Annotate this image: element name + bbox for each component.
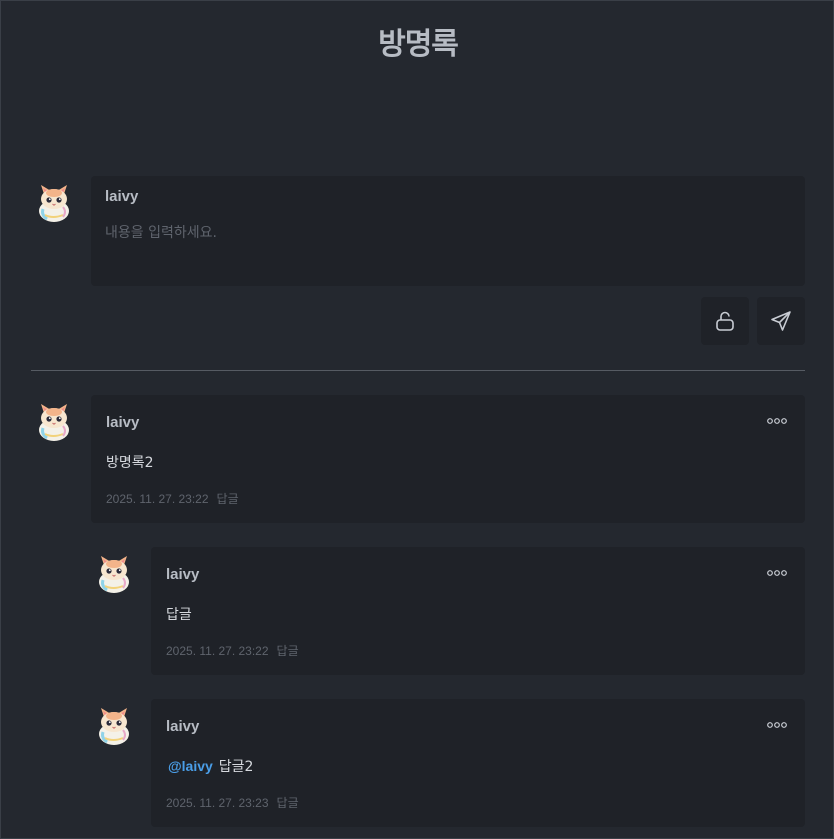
reply-link[interactable]: 답글 [217, 492, 239, 506]
lock-toggle-button[interactable] [701, 297, 749, 345]
send-button[interactable] [757, 297, 805, 345]
compose-username: laivy [105, 188, 139, 205]
more-options-icon[interactable] [766, 720, 788, 730]
entry-content-wrap: @laivy 답글2 [168, 756, 253, 776]
compose-input[interactable]: 내용을 입력하세요. [105, 222, 217, 242]
more-options-icon[interactable] [766, 416, 788, 426]
unlock-icon [716, 311, 734, 331]
avatar [95, 704, 133, 746]
page-title: 방명록 [378, 27, 459, 62]
entry-username: laivy [166, 718, 200, 735]
guestbook-reply: laivy 답글 2025. 11. 27. 23:22 답글 [151, 547, 805, 675]
avatar [35, 181, 73, 223]
entry-timestamp: 2025. 11. 27. 23:22 [106, 492, 209, 506]
avatar [35, 400, 73, 442]
entry-meta: 2025. 11. 27. 23:22 답글 [106, 490, 247, 507]
entry-username: laivy [106, 414, 140, 431]
divider [31, 370, 805, 371]
entry-content: 답글 [166, 607, 192, 623]
entry-meta: 2025. 11. 27. 23:23 답글 [166, 794, 307, 811]
entry-timestamp: 2025. 11. 27. 23:23 [166, 796, 269, 810]
reply-link[interactable]: 답글 [277, 644, 299, 658]
compose-box[interactable]: laivy 내용을 입력하세요. [91, 176, 805, 286]
entry-meta: 2025. 11. 27. 23:22 답글 [166, 642, 307, 659]
mention-link[interactable]: @laivy [168, 758, 213, 774]
entry-content: 방명록2 [106, 455, 154, 471]
entry-content: 답글2 [218, 759, 254, 775]
entry-timestamp: 2025. 11. 27. 23:22 [166, 644, 269, 658]
avatar [95, 552, 133, 594]
guestbook-entry: laivy 방명록2 2025. 11. 27. 23:22 답글 [91, 395, 805, 523]
more-options-icon[interactable] [766, 568, 788, 578]
reply-link[interactable]: 답글 [277, 796, 299, 810]
entry-username: laivy [166, 566, 200, 583]
guestbook-reply: laivy @laivy 답글2 2025. 11. 27. 23:23 답글 [151, 699, 805, 827]
send-icon [771, 311, 791, 331]
